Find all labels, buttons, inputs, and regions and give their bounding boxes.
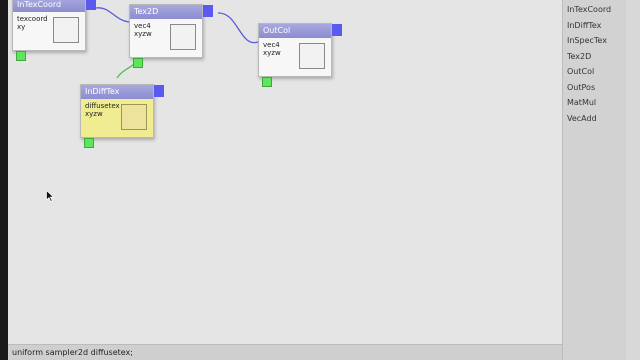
node-body: vec4 xyzw [259, 38, 331, 76]
output-port[interactable] [154, 85, 164, 97]
input-port[interactable] [84, 138, 94, 148]
palette-item-outcol[interactable]: OutCol [563, 64, 627, 80]
palette-item-inspectex[interactable]: InSpecTex [563, 33, 627, 49]
palette-item-intexcoord[interactable]: InTexCoord [563, 2, 627, 18]
node-output-swizzle: xyzw [263, 49, 281, 57]
node-out-col[interactable]: OutCol vec4 xyzw [258, 23, 342, 87]
node-title: Tex2D [130, 5, 202, 19]
input-port[interactable] [133, 58, 143, 68]
node-graph-canvas[interactable]: InTexCoord texcoord xy Tex2D vec4 xyzw O… [8, 0, 562, 344]
output-port[interactable] [203, 5, 213, 17]
node-preview-box [121, 104, 147, 130]
node-body: vec4 xyzw [130, 19, 202, 57]
status-text: uniform sampler2d diffusetex; [12, 348, 133, 357]
node-title: InTexCoord [13, 0, 85, 12]
node-title: InDiffTex [81, 85, 153, 99]
window-right-edge [626, 0, 640, 360]
palette-item-outpos[interactable]: OutPos [563, 80, 627, 96]
node-output-swizzle: xy [17, 23, 26, 31]
node-tex2d[interactable]: Tex2D vec4 xyzw [129, 4, 213, 68]
node-preview-box [170, 24, 196, 50]
node-output-swizzle: xyzw [85, 110, 103, 118]
node-body: diffusetex xyzw [81, 99, 153, 137]
arrow-cursor-icon [46, 190, 54, 202]
node-palette-sidebar: InTexCoord InDiffTex InSpecTex Tex2D Out… [562, 0, 627, 360]
wire-texcoord-to-tex2d [95, 7, 130, 23]
window-left-edge [0, 0, 8, 360]
palette-item-vecadd[interactable]: VecAdd [563, 111, 627, 127]
node-output-swizzle: xyzw [134, 30, 152, 38]
palette-item-matmul[interactable]: MatMul [563, 95, 627, 111]
input-port[interactable] [16, 51, 26, 61]
output-port[interactable] [332, 24, 342, 36]
node-output-name: diffusetex [85, 102, 120, 110]
node-preview-box [299, 43, 325, 69]
node-in-tex-coord[interactable]: InTexCoord texcoord xy [12, 0, 96, 61]
palette-item-tex2d[interactable]: Tex2D [563, 49, 627, 65]
node-output-name: texcoord [17, 15, 48, 23]
input-port[interactable] [262, 77, 272, 87]
palette-item-indifftex[interactable]: InDiffTex [563, 18, 627, 34]
node-body: texcoord xy [13, 12, 85, 50]
status-bar: uniform sampler2d diffusetex; [8, 344, 562, 360]
output-port[interactable] [86, 0, 96, 10]
node-output-name: vec4 [263, 41, 280, 49]
node-preview-box [53, 17, 79, 43]
node-title: OutCol [259, 24, 331, 38]
node-output-name: vec4 [134, 22, 151, 30]
node-in-diff-tex[interactable]: InDiffTex diffusetex xyzw [80, 84, 164, 148]
wire-tex2d-to-outcol [217, 12, 259, 44]
